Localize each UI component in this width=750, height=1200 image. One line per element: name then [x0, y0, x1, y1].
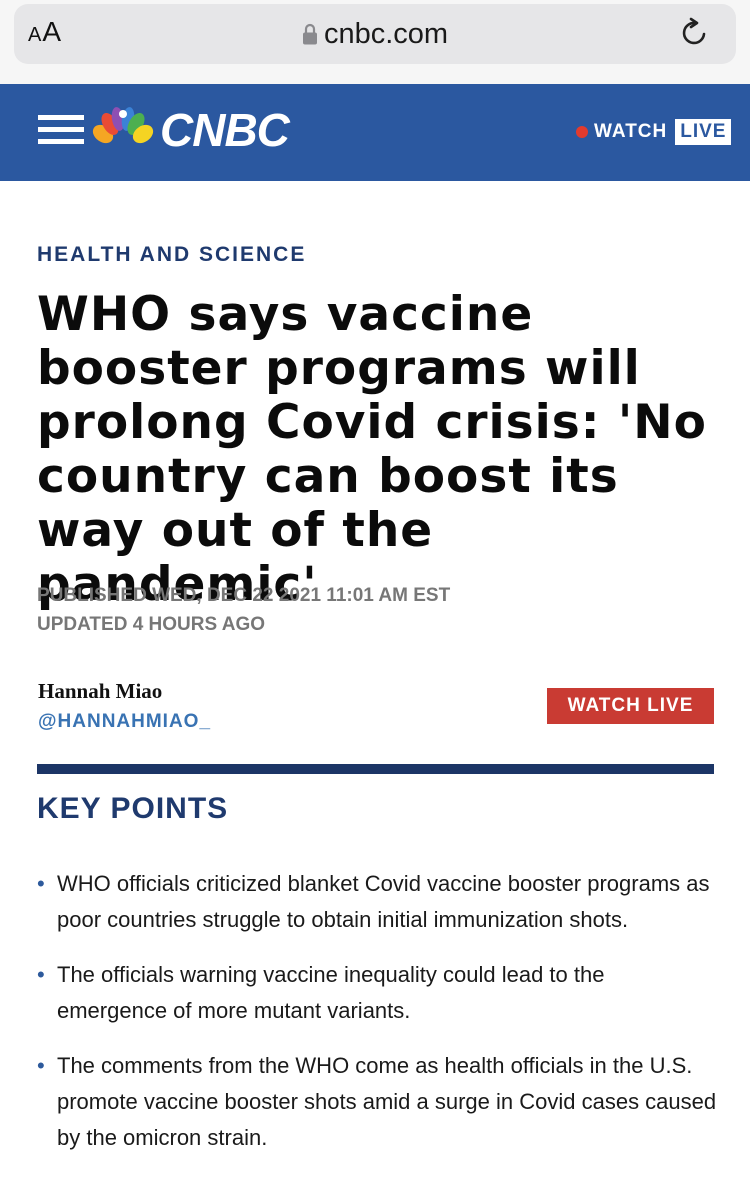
brand-logo[interactable]: CNBC [160, 106, 290, 154]
watch-live-button[interactable]: WATCH LIVE [547, 688, 714, 724]
hamburger-menu-icon[interactable] [38, 115, 84, 145]
published-time: PUBLISHED WED, DEC 22 2021 11:01 AM EST [37, 585, 451, 606]
key-point-text: The officials warning vaccine inequality… [57, 962, 605, 1023]
bullet-icon: • [37, 962, 45, 987]
article-meta: PUBLISHED WED, DEC 22 2021 11:01 AM EST … [37, 581, 450, 639]
live-dot-icon [576, 126, 588, 138]
divider [37, 764, 714, 774]
live-badge: LIVE [675, 119, 732, 145]
article-headline: WHO says vaccine booster programs will p… [37, 287, 707, 612]
key-points-title: KEY POINTS [37, 792, 229, 825]
url-text: cnbc.com [323, 17, 449, 50]
author-name[interactable]: Hannah Miao [38, 679, 162, 704]
url-display[interactable]: cnbc.com [0, 4, 750, 64]
peacock-logo-icon [92, 107, 154, 144]
article-category[interactable]: HEALTH AND SCIENCE [37, 243, 306, 267]
bullet-icon: • [37, 871, 45, 896]
watch-live-header-link[interactable]: WATCH LIVE [576, 118, 732, 146]
key-point-item: • The comments from the WHO come as heal… [37, 1048, 717, 1156]
lock-icon [302, 23, 317, 45]
key-points-list: • WHO officials criticized blanket Covid… [37, 866, 717, 1175]
reload-icon[interactable] [678, 16, 712, 50]
key-point-text: The comments from the WHO come as health… [57, 1053, 717, 1150]
key-point-text: WHO officials criticized blanket Covid v… [57, 871, 710, 932]
bullet-icon: • [37, 1053, 45, 1078]
updated-time: UPDATED 4 HOURS AGO [37, 614, 266, 635]
watch-label: WATCH [594, 121, 668, 142]
browser-toolbar: AA cnbc.com [0, 0, 750, 84]
author-handle[interactable]: @HANNAHMIAO_ [38, 711, 211, 733]
key-point-item: • WHO officials criticized blanket Covid… [37, 866, 717, 938]
key-point-item: • The officials warning vaccine inequali… [37, 957, 717, 1029]
